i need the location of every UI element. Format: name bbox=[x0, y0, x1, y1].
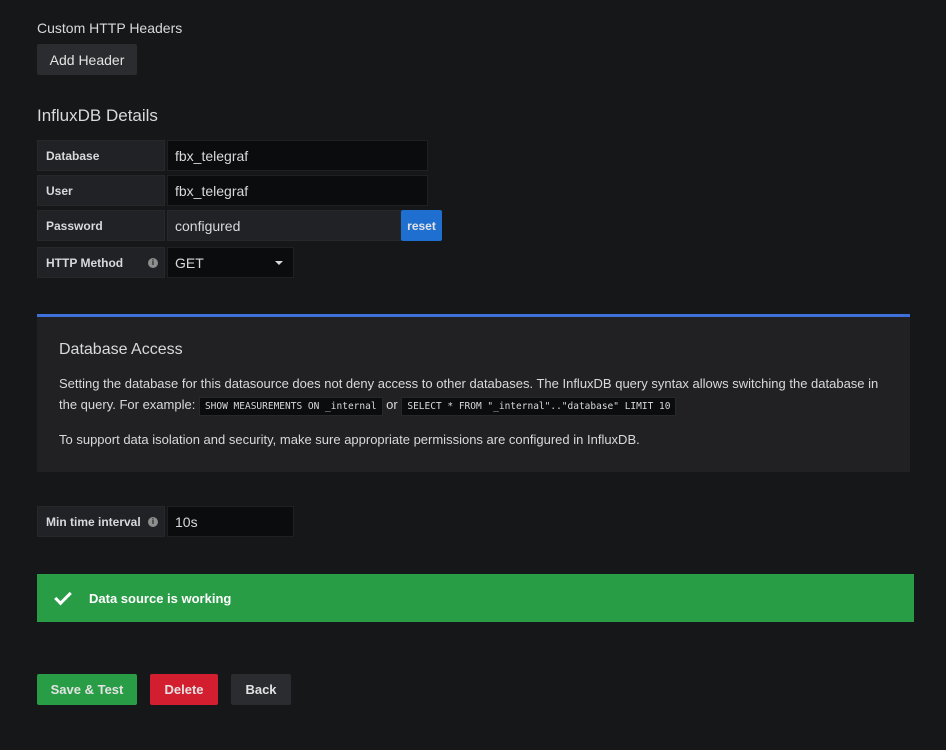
back-button[interactable]: Back bbox=[231, 674, 291, 705]
code-example-1: SHOW MEASUREMENTS ON _internal bbox=[198, 397, 383, 416]
password-reset-button[interactable]: reset bbox=[401, 210, 442, 241]
user-label: User bbox=[37, 175, 165, 206]
http-method-label-text: HTTP Method bbox=[46, 255, 124, 270]
info-icon[interactable]: i bbox=[148, 516, 158, 527]
password-input[interactable]: configured bbox=[167, 210, 401, 241]
min-interval-label-text: Min time interval bbox=[46, 514, 141, 529]
add-header-button[interactable]: Add Header bbox=[37, 44, 137, 75]
database-access-text: Setting the database for this datasource… bbox=[59, 373, 899, 417]
user-input[interactable]: fbx_telegraf bbox=[167, 175, 428, 206]
database-access-title: Database Access bbox=[59, 341, 183, 358]
http-method-label: HTTP Method i bbox=[37, 247, 165, 278]
chevron-down-icon bbox=[275, 261, 283, 269]
http-method-value: GET bbox=[175, 254, 204, 271]
status-text: Data source is working bbox=[89, 590, 232, 606]
min-interval-input[interactable]: 10s bbox=[167, 506, 294, 537]
http-method-select[interactable]: GET bbox=[167, 247, 294, 278]
save-test-button[interactable]: Save & Test bbox=[37, 674, 137, 705]
delete-button[interactable]: Delete bbox=[150, 674, 218, 705]
info-icon[interactable]: i bbox=[148, 257, 158, 268]
database-input[interactable]: fbx_telegraf bbox=[167, 140, 428, 171]
access-text-2: To support data isolation and security, … bbox=[59, 432, 640, 447]
min-interval-label: Min time interval i bbox=[37, 506, 165, 537]
check-icon bbox=[54, 587, 72, 605]
influxdb-details-title: InfluxDB Details bbox=[37, 106, 158, 125]
code-example-2: SELECT * FROM "_internal".."database" LI… bbox=[401, 397, 677, 416]
database-label: Database bbox=[37, 140, 165, 171]
status-alert: Data source is working bbox=[37, 574, 914, 622]
database-access-panel: Database Access Setting the database for… bbox=[37, 314, 910, 472]
access-or: or bbox=[386, 397, 398, 412]
password-label: Password bbox=[37, 210, 165, 241]
custom-headers-title: Custom HTTP Headers bbox=[37, 20, 183, 36]
